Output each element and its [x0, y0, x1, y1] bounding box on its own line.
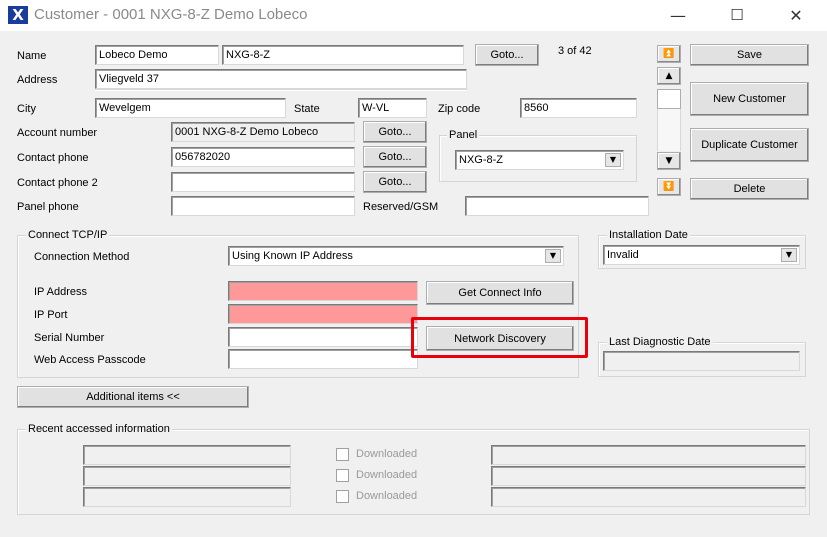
- contact-phone-goto-button[interactable]: Goto...: [363, 146, 427, 168]
- recent-left-field[interactable]: [83, 445, 291, 465]
- address-line-2[interactable]: [95, 89, 467, 91]
- recent-right-field[interactable]: [491, 466, 806, 486]
- panel-select-value: NXG-8-Z: [459, 154, 503, 166]
- recent-accessed-title: Recent accessed information: [26, 423, 172, 436]
- serial-number-label: Serial Number: [34, 332, 105, 344]
- downloaded-label: Downloaded: [356, 469, 418, 481]
- address-input[interactable]: Vliegveld 37: [95, 69, 467, 89]
- last-diagnostic-date-input[interactable]: [603, 351, 800, 371]
- window-title: Customer - 0001 NXG-8-Z Demo Lobeco: [34, 6, 308, 23]
- contact-phone-input[interactable]: 056782020: [171, 147, 355, 167]
- panel-phone-label: Panel phone: [17, 201, 79, 213]
- connection-method-value: Using Known IP Address: [232, 250, 353, 262]
- duplicate-customer-button[interactable]: Duplicate Customer: [690, 128, 809, 162]
- ip-port-label: IP Port: [34, 309, 68, 321]
- contact-phone-2-input[interactable]: [171, 172, 355, 192]
- last-diagnostic-date-title: Last Diagnostic Date: [607, 336, 713, 349]
- reserved-gsm-input[interactable]: [465, 196, 649, 216]
- record-counter: 3 of 42: [558, 45, 592, 57]
- recent-right-field[interactable]: [491, 487, 806, 507]
- next-record-icon[interactable]: ▼: [657, 152, 681, 170]
- downloaded-checkbox[interactable]: [336, 469, 349, 482]
- minimize-button[interactable]: —: [655, 0, 701, 31]
- name-label: Name: [17, 50, 47, 62]
- account-input[interactable]: 0001 NXG-8-Z Demo Lobeco: [171, 122, 355, 142]
- city-label: City: [17, 103, 36, 115]
- chevron-down-icon[interactable]: ▼: [781, 248, 797, 262]
- first-record-icon[interactable]: ⏫: [657, 45, 681, 63]
- reserved-gsm-label: Reserved/GSM: [363, 201, 439, 213]
- account-label: Account number: [17, 127, 98, 139]
- name-goto-button[interactable]: Goto...: [475, 44, 539, 66]
- account-goto-button[interactable]: Goto...: [363, 121, 427, 143]
- record-scroll-track[interactable]: [657, 109, 681, 151]
- panel-phone-input[interactable]: [171, 196, 355, 216]
- installation-date-select[interactable]: Invalid ▼: [603, 245, 800, 265]
- get-connect-info-button[interactable]: Get Connect Info: [426, 281, 574, 305]
- panel-select[interactable]: NXG-8-Z ▼: [455, 150, 624, 170]
- state-input[interactable]: W-VL: [358, 98, 427, 118]
- last-record-icon[interactable]: ⏬: [657, 178, 681, 196]
- zip-input[interactable]: 8560: [520, 98, 637, 118]
- downloaded-label: Downloaded: [356, 490, 418, 502]
- network-discovery-button[interactable]: Network Discovery: [426, 326, 574, 351]
- title-bar: X Customer - 0001 NXG-8-Z Demo Lobeco — …: [0, 0, 827, 31]
- connect-tcpip-title: Connect TCP/IP: [26, 229, 110, 242]
- address-label: Address: [17, 74, 58, 86]
- city-input[interactable]: Wevelgem: [95, 98, 286, 118]
- downloaded-checkbox[interactable]: [336, 490, 349, 503]
- ip-address-input[interactable]: [228, 281, 418, 301]
- ip-port-input[interactable]: [228, 304, 418, 324]
- x-app-icon: X: [8, 6, 28, 24]
- web-access-passcode-input[interactable]: [228, 349, 418, 369]
- serial-number-input[interactable]: [228, 327, 418, 347]
- contact-phone-2-label: Contact phone 2: [17, 177, 98, 189]
- contact-phone-label: Contact phone: [17, 152, 89, 164]
- panel-group-title: Panel: [447, 129, 480, 142]
- previous-record-icon[interactable]: ▲: [657, 67, 681, 85]
- maximize-button[interactable]: ☐: [714, 0, 760, 31]
- recent-left-field[interactable]: [83, 466, 291, 486]
- close-button[interactable]: ✕: [773, 0, 819, 31]
- new-customer-button[interactable]: New Customer: [690, 82, 809, 116]
- downloaded-checkbox[interactable]: [336, 448, 349, 461]
- name-input-2[interactable]: NXG-8-Z: [222, 45, 464, 65]
- recent-right-field[interactable]: [491, 445, 806, 465]
- additional-items-button[interactable]: Additional items <<: [17, 386, 249, 408]
- ip-address-label: IP Address: [34, 286, 87, 298]
- connection-method-label: Connection Method: [34, 251, 130, 263]
- connection-method-select[interactable]: Using Known IP Address ▼: [228, 246, 564, 266]
- downloaded-label: Downloaded: [356, 448, 418, 460]
- contact-phone-2-goto-button[interactable]: Goto...: [363, 171, 427, 193]
- installation-date-value: Invalid: [607, 249, 639, 261]
- installation-date-title: Installation Date: [607, 229, 690, 242]
- delete-button[interactable]: Delete: [690, 178, 809, 200]
- chevron-down-icon[interactable]: ▼: [545, 249, 561, 263]
- web-access-passcode-label: Web Access Passcode: [34, 354, 146, 366]
- save-button[interactable]: Save: [690, 44, 809, 66]
- record-scroll-thumb[interactable]: [657, 89, 681, 109]
- name-input[interactable]: Lobeco Demo: [95, 45, 219, 65]
- chevron-down-icon[interactable]: ▼: [605, 153, 621, 167]
- zip-label: Zip code: [438, 103, 481, 115]
- recent-left-field[interactable]: [83, 487, 291, 507]
- state-label: State: [294, 103, 320, 115]
